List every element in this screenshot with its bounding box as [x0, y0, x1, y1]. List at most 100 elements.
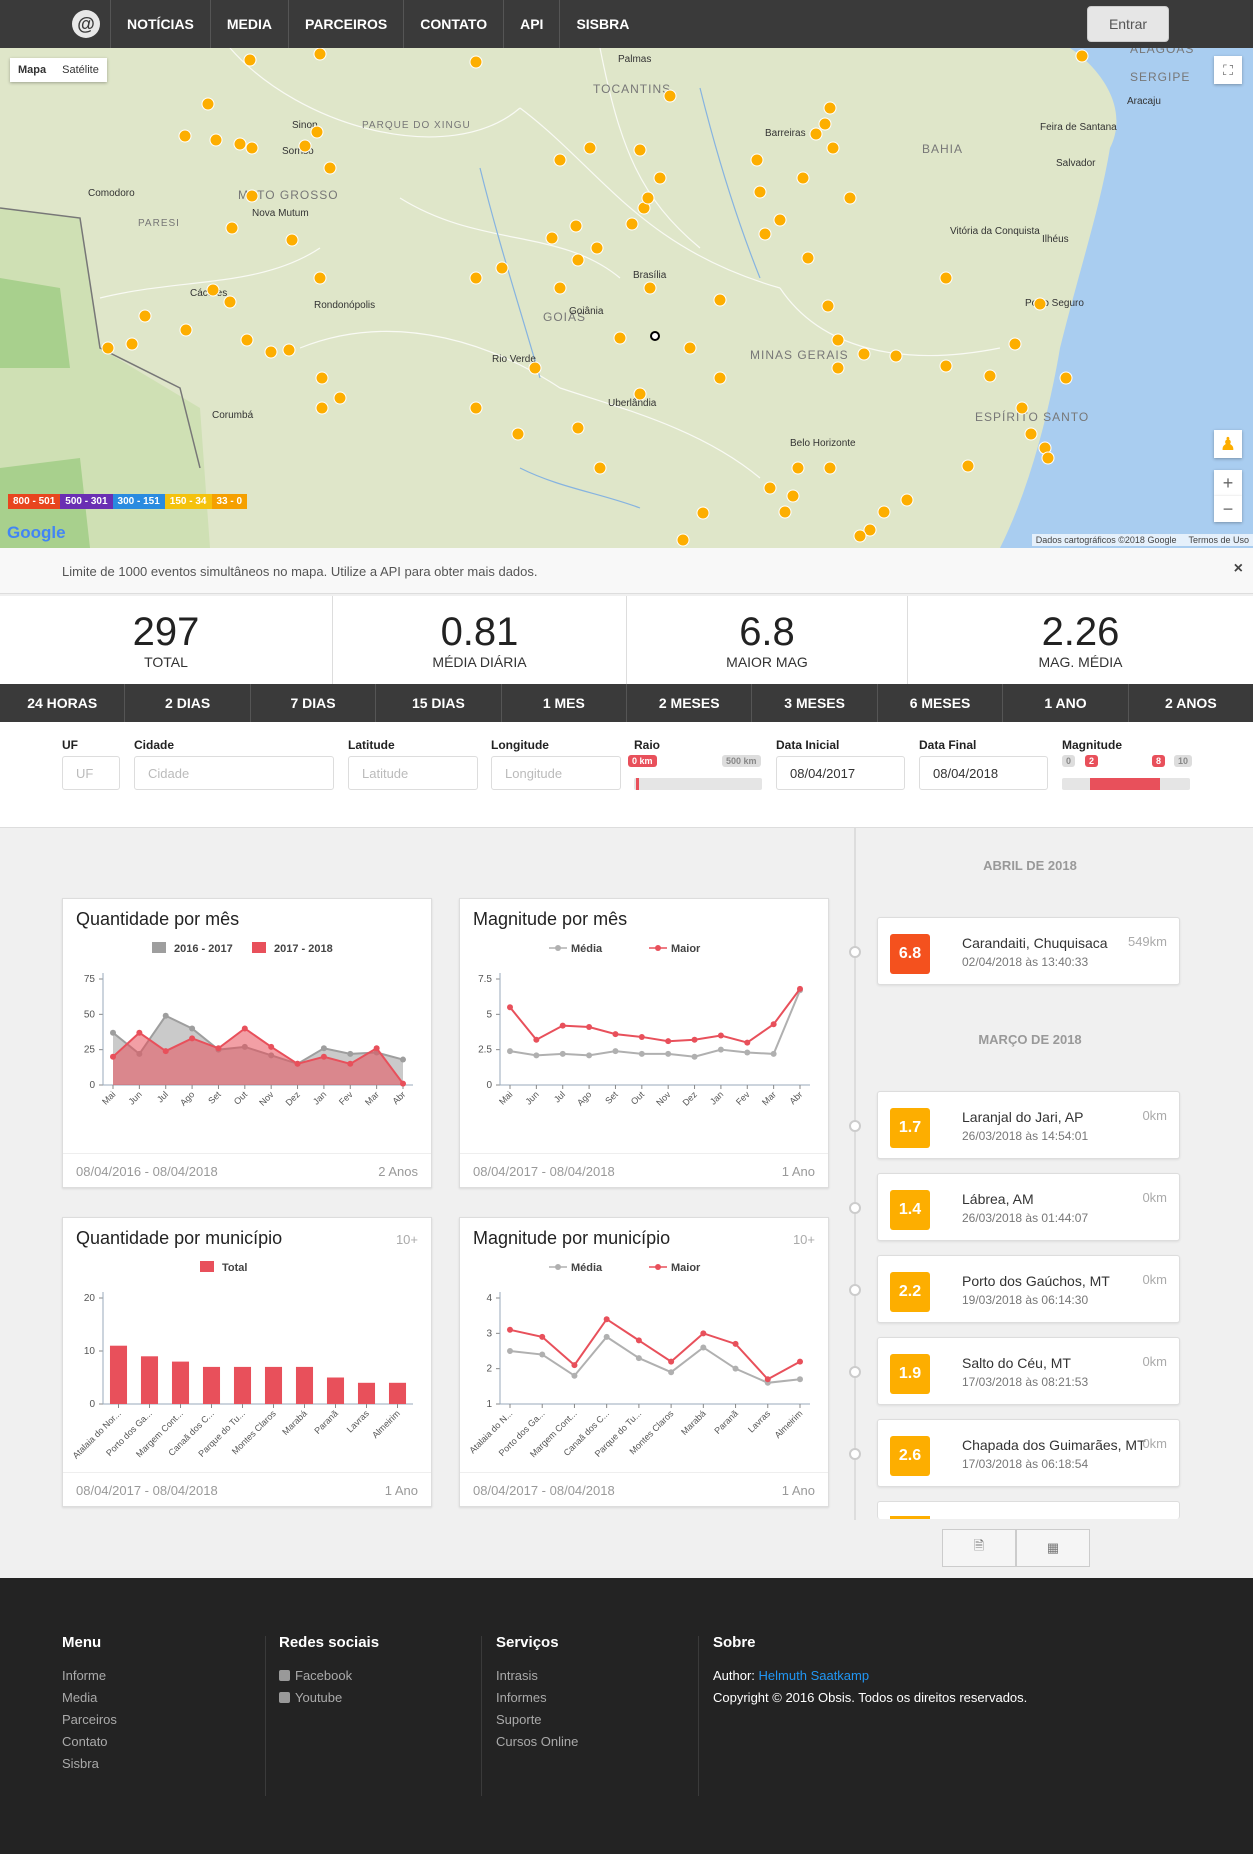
event-marker[interactable]	[315, 371, 329, 385]
event-marker[interactable]	[983, 369, 997, 383]
event-marker[interactable]	[663, 89, 677, 103]
event-marker[interactable]	[101, 341, 115, 355]
period-2y[interactable]: 2 ANOS	[1129, 684, 1253, 722]
event-marker[interactable]	[773, 213, 787, 227]
event-marker[interactable]	[633, 143, 647, 157]
zoom-in-button[interactable]: +	[1214, 470, 1242, 496]
event-marker[interactable]	[643, 281, 657, 295]
event-marker[interactable]	[633, 387, 647, 401]
event-marker[interactable]	[240, 333, 254, 347]
event-marker[interactable]	[315, 401, 329, 415]
nav-media[interactable]: MEDIA	[209, 0, 288, 48]
event-marker[interactable]	[178, 129, 192, 143]
event-marker[interactable]	[801, 251, 815, 265]
event-marker[interactable]	[961, 459, 975, 473]
event-marker[interactable]	[763, 481, 777, 495]
event-marker[interactable]	[877, 505, 891, 519]
event-marker[interactable]	[571, 421, 585, 435]
event-marker[interactable]	[786, 489, 800, 503]
period-1m[interactable]: 1 MES	[502, 684, 628, 722]
event-marker[interactable]	[310, 125, 324, 139]
event-marker[interactable]	[753, 185, 767, 199]
event-marker[interactable]	[583, 141, 597, 155]
period-15d[interactable]: 15 DIAS	[376, 684, 502, 722]
event-card[interactable]: 1.7 Laranjal do Jari, AP 26/03/2018 às 1…	[877, 1091, 1180, 1159]
nav-parceiros[interactable]: PARCEIROS	[288, 0, 403, 48]
author-link[interactable]: Helmuth Saatkamp	[759, 1668, 870, 1683]
event-marker[interactable]	[298, 139, 312, 153]
event-marker[interactable]	[613, 331, 627, 345]
event-marker[interactable]	[545, 231, 559, 245]
close-icon[interactable]: ×	[1234, 560, 1243, 578]
event-marker[interactable]	[853, 529, 867, 543]
event-marker[interactable]	[223, 295, 237, 309]
event-marker[interactable]	[245, 189, 259, 203]
event-marker[interactable]	[233, 137, 247, 151]
footer-link-facebook[interactable]: Facebook	[279, 1665, 379, 1687]
event-marker[interactable]	[791, 461, 805, 475]
event-marker[interactable]	[1041, 451, 1055, 465]
event-marker[interactable]	[125, 337, 139, 351]
event-marker[interactable]	[333, 391, 347, 405]
event-marker[interactable]	[857, 347, 871, 361]
event-marker[interactable]	[323, 161, 337, 175]
footer-link-parceiros[interactable]: Parceiros	[62, 1709, 117, 1731]
event-marker[interactable]	[206, 283, 220, 297]
event-card[interactable]: 1.4 Lábrea, AM 26/03/2018 às 01:44:07 0k…	[877, 1173, 1180, 1241]
cidade-input[interactable]: Cidade	[134, 756, 334, 790]
event-marker[interactable]	[282, 343, 296, 357]
event-marker[interactable]	[469, 55, 483, 69]
event-marker[interactable]	[758, 227, 772, 241]
period-24h[interactable]: 24 HORAS	[0, 684, 126, 722]
event-map[interactable]: MATO GROSSO GOIÁS MINAS GERAIS BAHIA TOC…	[0, 48, 1253, 548]
raio-slider-handle[interactable]	[636, 778, 639, 790]
footer-link-media[interactable]: Media	[62, 1687, 117, 1709]
period-3m[interactable]: 3 MESES	[752, 684, 878, 722]
event-card[interactable]: 6.8 Carandaiti, Chuquisaca 02/04/2018 às…	[877, 917, 1180, 985]
event-marker[interactable]	[683, 341, 697, 355]
event-marker[interactable]	[1075, 49, 1089, 63]
map-type-satelite[interactable]: Satélite	[54, 58, 107, 82]
event-marker[interactable]	[1059, 371, 1073, 385]
event-marker[interactable]	[285, 233, 299, 247]
event-marker[interactable]	[264, 345, 278, 359]
longitude-input[interactable]: Longitude	[491, 756, 621, 790]
event-marker[interactable]	[209, 133, 223, 147]
event-card[interactable]: 2.2 Porto dos Gaúchos, MT 19/03/2018 às …	[877, 1255, 1180, 1323]
event-marker[interactable]	[939, 359, 953, 373]
event-marker[interactable]	[823, 101, 837, 115]
footer-link-contato[interactable]: Contato	[62, 1731, 117, 1753]
event-marker[interactable]	[818, 117, 832, 131]
event-marker[interactable]	[1024, 427, 1038, 441]
event-marker[interactable]	[313, 48, 327, 61]
event-marker[interactable]	[511, 427, 525, 441]
event-card-partial[interactable]	[877, 1501, 1180, 1519]
zoom-out-button[interactable]: −	[1214, 496, 1242, 522]
footer-link-cursos[interactable]: Cursos Online	[496, 1731, 578, 1753]
fullscreen-icon[interactable]: ⛶	[1214, 56, 1242, 84]
data-inicial-input[interactable]: 08/04/2017	[776, 756, 905, 790]
event-marker[interactable]	[831, 333, 845, 347]
event-marker[interactable]	[831, 361, 845, 375]
event-marker[interactable]	[821, 299, 835, 313]
event-marker[interactable]	[696, 506, 710, 520]
event-marker[interactable]	[1008, 337, 1022, 351]
event-marker[interactable]	[625, 217, 639, 231]
street-view-icon[interactable]: ♟	[1214, 430, 1242, 458]
event-marker[interactable]	[245, 141, 259, 155]
magnitude-slider-range[interactable]	[1090, 778, 1160, 790]
event-marker[interactable]	[796, 171, 810, 185]
event-marker[interactable]	[939, 271, 953, 285]
event-marker[interactable]	[469, 271, 483, 285]
event-marker[interactable]	[495, 261, 509, 275]
footer-link-sisbra[interactable]: Sisbra	[62, 1753, 117, 1775]
event-marker[interactable]	[676, 533, 690, 547]
export-excel-button[interactable]: ▦	[1016, 1529, 1090, 1567]
footer-link-informes[interactable]: Informes	[496, 1687, 578, 1709]
event-marker[interactable]	[179, 323, 193, 337]
nav-sisbra[interactable]: SISBRA	[559, 0, 645, 48]
event-marker[interactable]	[1033, 297, 1047, 311]
event-marker[interactable]	[641, 191, 655, 205]
export-pdf-button[interactable]: 🗎	[942, 1529, 1016, 1567]
event-marker[interactable]	[469, 401, 483, 415]
